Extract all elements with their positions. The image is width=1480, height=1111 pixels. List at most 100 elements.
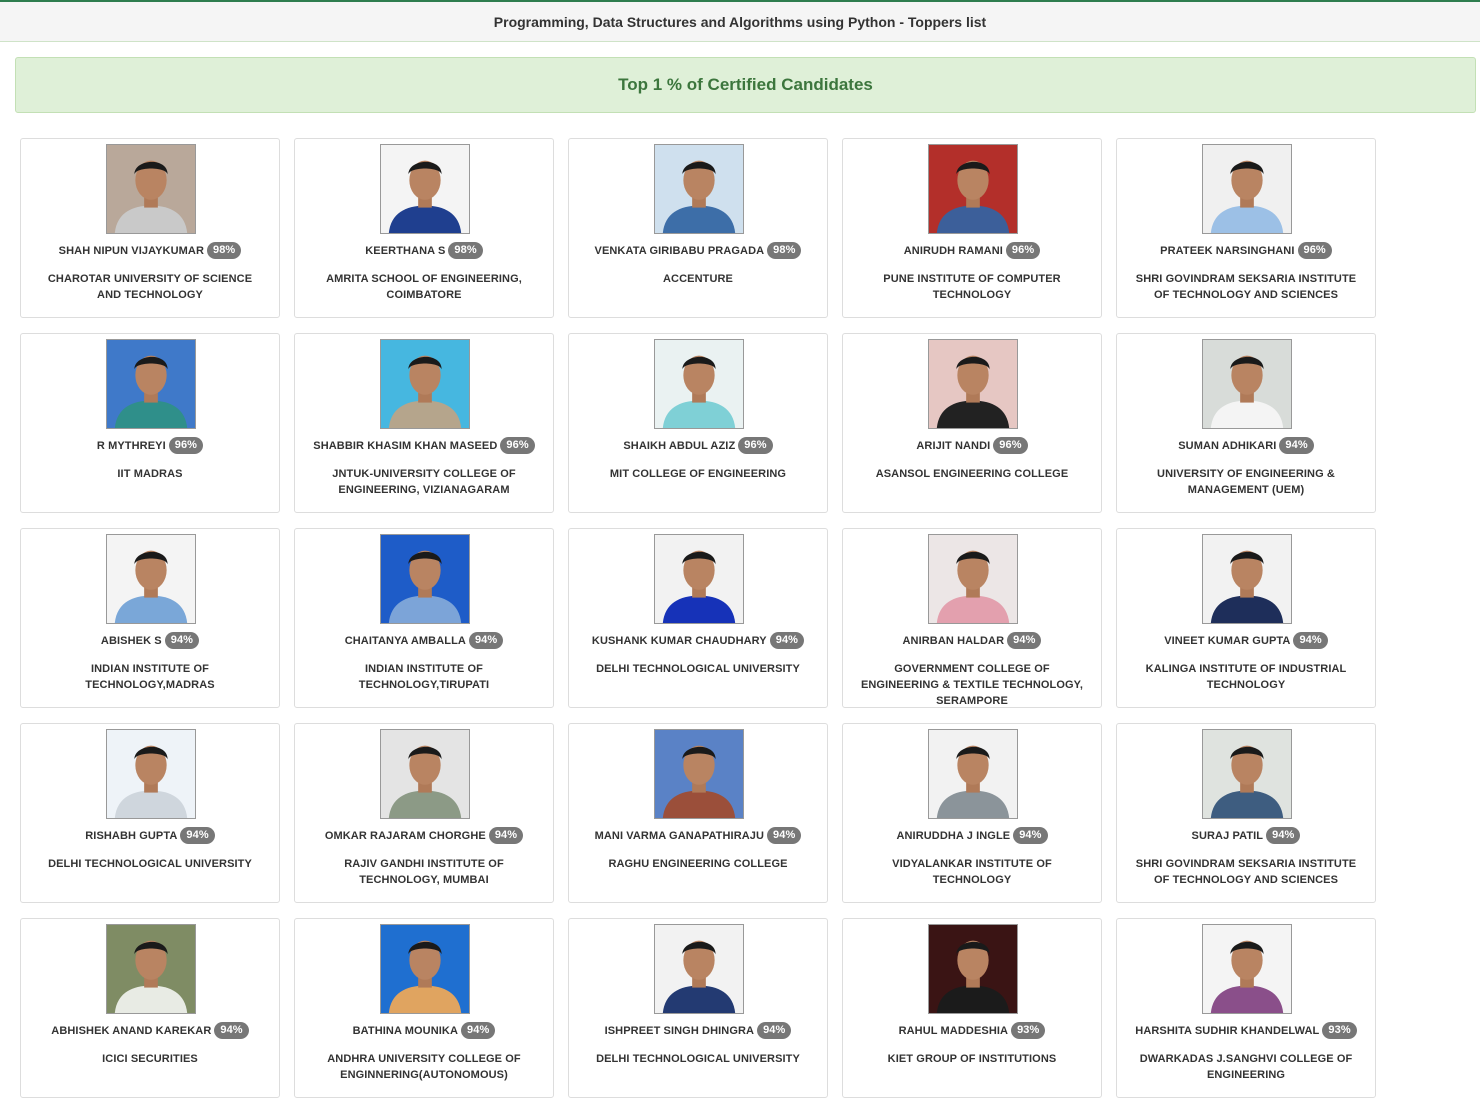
score-badge: 96% [168,437,204,454]
topper-institution: GOVERNMENT COLLEGE OF ENGINEERING & TEXT… [860,663,1084,707]
topper-name-line: KEERTHANA S 98% [295,242,553,259]
topper-card: HARSHITA SUDHIR KHANDELWAL 93% DWARKADAS J… [1116,918,1376,1098]
topper-card: ISHPREET SINGH DHINGRA 94% DELHI TECHNOLOG… [568,918,828,1098]
topper-name: ANIRUDH RAMANI [903,244,1003,257]
topper-name: ANIRBAN HALDAR [902,634,1005,647]
topper-card: KEERTHANA S 98% AMRITA SCHOOL OF ENGINEERI… [294,138,554,318]
topper-name: SURAJ PATIL [1191,829,1264,842]
topper-institution: VIDYALANKAR INSTITUTE OF TECHNOLOGY [892,858,1052,886]
topper-institution: ANDHRA UNIVERSITY COLLEGE OF ENGINNERING… [327,1053,521,1081]
score-badge: 94% [767,827,802,844]
topper-photo [654,339,744,429]
topper-institution: KALINGA INSTITUTE OF INDUSTRIAL TECHNOLO… [1145,663,1347,691]
topper-photo [654,534,744,624]
score-badge: 96% [1005,242,1041,259]
score-badge: 94% [180,827,215,844]
topper-card: ANIRUDDHA J INGLE 94% VIDYALANKAR INSTITUT… [842,723,1102,903]
topper-institution: JNTUK-UNIVERSITY COLLEGE OF ENGINEERING,… [332,468,516,496]
topper-name: BATHINA MOUNIKA [352,1024,459,1037]
topper-name: SHABBIR KHASIM KHAN MASEED [313,439,498,452]
topper-card: SHABBIR KHASIM KHAN MASEED 96% JNTUK-UNIVE… [294,333,554,513]
score-badge: 94% [1013,827,1048,844]
topper-name: ABISHEK S [100,634,162,647]
topper-photo [1202,339,1292,429]
topper-name-line: BATHINA MOUNIKA 94% [295,1022,553,1039]
topper-card: MANI VARMA GANAPATHIRAJU 94% RAGHU ENGINEE… [568,723,828,903]
topper-name: VENKATA GIRIBABU PRAGADA [594,244,765,257]
score-badge: 94% [1007,632,1042,649]
topper-name-line: R MYTHREYI 96% [21,437,279,454]
topper-institution: ACCENTURE [663,273,733,285]
topper-name-line: SUMAN ADHIKARI 94% [1117,437,1375,454]
topper-name: CHAITANYA AMBALLA [344,634,466,647]
topper-card: SUMAN ADHIKARI 94% UNIVERSITY OF ENGINEERI… [1116,333,1376,513]
topper-institution: PUNE INSTITUTE OF COMPUTER TECHNOLOGY [883,273,1061,301]
score-badge: 94% [461,1022,496,1039]
topper-card: VINEET KUMAR GUPTA 94% KALINGA INSTITUTE O… [1116,528,1376,708]
topper-name: SHAIKH ABDUL AZIZ [623,439,736,452]
topper-card: RISHABH GUPTA 94% DELHI TECHNOLOGICAL UNIV… [20,723,280,903]
topper-institution: KIET GROUP OF INSTITUTIONS [887,1053,1057,1065]
topper-card: ARIJIT NANDI 96% ASANSOL ENGINEERING COLLE… [842,333,1102,513]
topper-name-line: SURAJ PATIL 94% [1117,827,1375,844]
score-badge: 98% [767,242,802,259]
topper-institution: SHRI GOVINDRAM SEKSARIA INSTITUTE OF TEC… [1135,858,1357,886]
topper-card: ABHISHEK ANAND KAREKAR 94% ICICI SECURITIE… [20,918,280,1098]
topper-institution: RAJIV GANDHI INSTITUTE OF TECHNOLOGY, MU… [344,858,504,886]
score-badge: 94% [1279,437,1314,454]
certified-banner: Top 1 % of Certified Candidates [15,57,1476,113]
topper-institution: INDIAN INSTITUTE OF TECHNOLOGY,TIRUPATI [358,663,490,691]
topper-name-line: ANIRUDH RAMANI 96% [843,242,1101,259]
topper-name-line: SHAH NIPUN VIJAYKUMAR 98% [21,242,279,259]
score-badge: 94% [1293,632,1328,649]
topper-name-line: SHABBIR KHASIM KHAN MASEED 96% [295,437,553,454]
topper-photo [1202,534,1292,624]
topper-photo [928,729,1018,819]
score-badge: 98% [207,242,242,259]
topper-photo [654,729,744,819]
topper-photo [928,339,1018,429]
score-badge: 94% [488,827,524,844]
score-badge: 94% [164,632,200,649]
topper-name-line: VINEET KUMAR GUPTA 94% [1117,632,1375,649]
topper-photo [380,729,470,819]
topper-institution: DELHI TECHNOLOGICAL UNIVERSITY [596,1053,800,1065]
score-badge: 93% [1322,1022,1357,1039]
topper-card: KUSHANK KUMAR CHAUDHARY 94% DELHI TECHNOLO… [568,528,828,708]
topper-name-line: RAHUL MADDESHIA 93% [843,1022,1101,1039]
topper-name: KEERTHANA S [365,244,446,257]
topper-name: VINEET KUMAR GUPTA [1164,634,1291,647]
topper-name: MANI VARMA GANAPATHIRAJU [594,829,765,842]
topper-name: RISHABH GUPTA [85,829,178,842]
topper-name: ABHISHEK ANAND KAREKAR [51,1024,212,1037]
topper-name-line: OMKAR RAJARAM CHORGHE 94% [295,827,553,844]
topper-institution: CHAROTAR UNIVERSITY OF SCIENCE AND TECHN… [47,273,253,301]
topper-name: ISHPREET SINGH DHINGRA [604,1024,755,1037]
topper-card: ABISHEK S 94% INDIAN INSTITUTE OF TECHNOLO… [20,528,280,708]
topper-photo [380,924,470,1014]
score-badge: 93% [1011,1022,1046,1039]
topper-institution: SHRI GOVINDRAM SEKSARIA INSTITUTE OF TEC… [1135,273,1357,301]
topper-photo [106,924,196,1014]
topper-photo [106,144,196,234]
topper-name-line: ARIJIT NANDI 96% [843,437,1101,454]
topper-name: HARSHITA SUDHIR KHANDELWAL [1135,1024,1320,1037]
topper-photo [928,924,1018,1014]
topper-card: BATHINA MOUNIKA 94% ANDHRA UNIVERSITY COLL… [294,918,554,1098]
topper-name: SUMAN ADHIKARI [1178,439,1277,452]
topper-name-line: ANIRBAN HALDAR 94% [843,632,1101,649]
topper-photo [106,729,196,819]
score-badge: 94% [214,1022,249,1039]
score-badge: 96% [738,437,773,454]
topper-institution: DELHI TECHNOLOGICAL UNIVERSITY [596,663,800,675]
topper-card: SHAIKH ABDUL AZIZ 96% MIT COLLEGE OF ENGIN… [568,333,828,513]
topper-name-line: CHAITANYA AMBALLA 94% [295,632,553,649]
topper-name: SHAH NIPUN VIJAYKUMAR [58,244,204,257]
score-badge: 94% [757,1022,792,1039]
topper-institution: INDIAN INSTITUTE OF TECHNOLOGY,MADRAS [85,663,215,691]
score-badge: 96% [500,437,535,454]
topper-photo [106,339,196,429]
topper-photo [1202,729,1292,819]
score-badge: 94% [769,632,805,649]
topper-photo [1202,144,1292,234]
